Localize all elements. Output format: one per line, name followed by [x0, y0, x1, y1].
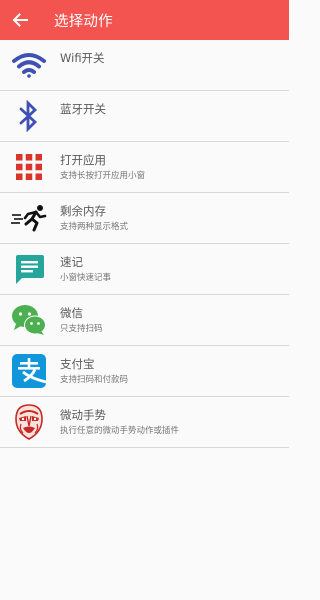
note-icon	[11, 251, 47, 287]
action-subtitle: 支持扫码和付款码	[60, 374, 129, 385]
alipay-icon	[11, 353, 47, 389]
action-subtitle: 支持两种显示格式	[60, 221, 129, 232]
wifi-icon	[11, 47, 47, 83]
action-subtitle: 执行任意的微动手势动作或插件	[60, 425, 180, 436]
action-item-wifi[interactable]: Wifi开关	[0, 40, 289, 91]
action-item-gesture[interactable]: 微动手势 执行任意的微动手势动作或插件	[0, 397, 289, 448]
bluetooth-icon	[11, 98, 47, 134]
action-subtitle: 小窗快速记事	[60, 272, 112, 283]
page-title: 选择动作	[54, 13, 113, 30]
app-bar: 选择动作	[0, 0, 289, 40]
action-item-open-app[interactable]: 打开应用 支持长按打开应用小窗	[0, 142, 289, 193]
action-label: 剩余内存	[60, 203, 106, 218]
action-item-free-memory[interactable]: 剩余内存 支持两种显示格式	[0, 193, 289, 244]
action-subtitle: 只支持扫码	[60, 323, 103, 334]
action-label: Wifi开关	[60, 50, 105, 65]
arrow-left-icon	[12, 13, 28, 27]
action-list: Wifi开关 蓝牙开关 打开应用 支持长按打开应用小窗 剩余内存 支持两种显示格…	[0, 40, 289, 448]
action-item-wechat[interactable]: 微信 只支持扫码	[0, 295, 289, 346]
wechat-icon	[11, 302, 47, 338]
app-grid-icon	[11, 149, 47, 185]
action-item-bluetooth[interactable]: 蓝牙开关	[0, 91, 289, 142]
action-label: 蓝牙开关	[60, 101, 106, 116]
back-button[interactable]	[0, 0, 40, 40]
action-label: 微信	[60, 305, 83, 320]
action-item-alipay[interactable]: 支付宝 支持扫码和付款码	[0, 346, 289, 397]
action-subtitle: 支持长按打开应用小窗	[60, 170, 146, 181]
action-label: 微动手势	[60, 407, 106, 422]
action-item-quick-note[interactable]: 速记 小窗快速记事	[0, 244, 289, 295]
action-label: 速记	[60, 254, 83, 269]
action-label: 打开应用	[60, 152, 106, 167]
action-label: 支付宝	[60, 356, 95, 371]
opera-mask-icon	[11, 404, 47, 440]
running-man-icon	[11, 200, 47, 236]
